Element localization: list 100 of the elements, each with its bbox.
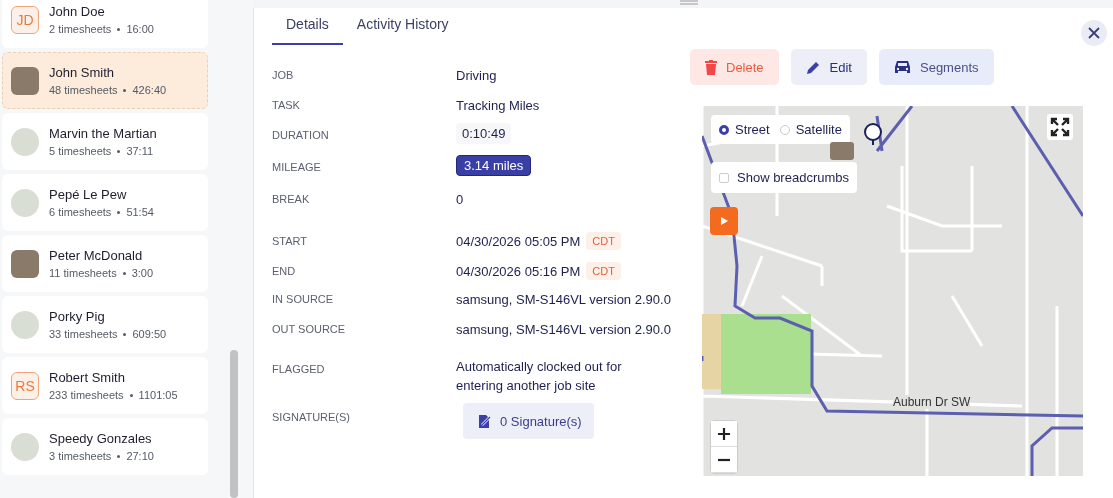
employee-card[interactable]: Speedy Gonzales 3 timesheets 27:10 xyxy=(2,418,208,475)
total-hours: 1101:05 xyxy=(138,389,178,401)
field-value: samsung, SM-S146VL version 2.90.0 xyxy=(456,322,671,337)
field-value: Tracking Miles xyxy=(456,98,540,113)
avatar-placeholder xyxy=(11,66,39,95)
field-label: END xyxy=(272,264,297,277)
car-icon xyxy=(894,60,911,74)
employee-name: Peter McDonald xyxy=(49,248,144,263)
avatar-initials: RS xyxy=(11,371,39,400)
timesheet-count: 11 timesheets xyxy=(49,267,117,279)
employee-name: Robert Smith xyxy=(49,370,126,385)
field-label: IN SOURCE xyxy=(272,292,335,305)
total-hours: 51:54 xyxy=(126,206,154,218)
map-layer-option[interactable]: Satellite xyxy=(779,122,842,137)
segments-button[interactable]: Segments xyxy=(879,49,994,85)
employee-card[interactable]: John Smith 48 timesheets 426:40 xyxy=(2,52,208,109)
fullscreen-button[interactable] xyxy=(1047,114,1073,140)
bullet-icon xyxy=(117,27,121,31)
trash-icon xyxy=(705,59,717,75)
employee-name: Marvin the Martian xyxy=(49,126,157,141)
total-hours: 426:40 xyxy=(132,84,167,96)
employee-card[interactable]: Peter McDonald 11 timesheets 3:00 xyxy=(2,235,208,292)
pencil-icon xyxy=(805,59,821,75)
checkbox[interactable] xyxy=(719,172,729,183)
signature-icon xyxy=(477,413,492,429)
fullscreen-icon xyxy=(1050,117,1070,137)
bullet-icon xyxy=(129,393,133,397)
timezone-badge: CDT xyxy=(586,262,621,280)
employee-card[interactable]: Pepé Le Pew 6 timesheets 51:54 xyxy=(2,174,208,231)
bullet-icon xyxy=(117,454,121,458)
field-label: SIGNATURE(S) xyxy=(272,410,352,423)
total-hours: 37:11 xyxy=(126,145,154,157)
timesheet-count: 33 timesheets xyxy=(49,328,118,340)
total-hours: 3:00 xyxy=(131,267,154,279)
timesheet-count: 5 timesheets xyxy=(49,145,112,157)
close-icon xyxy=(1087,26,1101,40)
field-label: START xyxy=(272,234,309,247)
bullet-icon xyxy=(117,210,121,214)
timezone-badge: CDT xyxy=(586,232,621,250)
field-value: samsung, SM-S146VL version 2.90.0 xyxy=(456,292,671,307)
field-label: DURATION xyxy=(272,128,330,141)
timesheet-count: 48 timesheets xyxy=(49,84,118,96)
option-label: Satellite xyxy=(795,122,842,137)
field-value: 04/30/2026 05:16 PM xyxy=(456,263,581,279)
street-label: Auburn Dr SW xyxy=(893,395,971,409)
field-label: TASK xyxy=(272,98,301,111)
avatar-placeholder xyxy=(11,432,39,461)
edit-button[interactable]: Edit xyxy=(790,49,867,85)
play-icon xyxy=(719,216,729,226)
field-value: 0 xyxy=(456,192,464,207)
duration-chip: 0:10:49 xyxy=(456,123,512,144)
field-label: JOB xyxy=(272,68,295,81)
employee-card[interactable]: Porky Pig 33 timesheets 609:50 xyxy=(2,296,208,353)
avatar-initials: JD xyxy=(11,5,39,34)
employee-name: Pepé Le Pew xyxy=(49,187,128,202)
avatar-placeholder xyxy=(11,249,39,278)
avatar-placeholder xyxy=(11,188,39,217)
map-layer-option[interactable]: Street xyxy=(719,122,770,137)
mileage-badge: 3.14 miles xyxy=(456,155,532,176)
drag-handle-icon[interactable] xyxy=(680,0,698,7)
timesheet-count: 6 timesheets xyxy=(49,206,112,218)
timesheet-count: 233 timesheets xyxy=(49,389,124,401)
field-value: Driving xyxy=(456,68,497,83)
scrollbar-thumb[interactable] xyxy=(230,350,238,498)
employee-name: Porky Pig xyxy=(49,309,106,324)
employee-name: Speedy Gonzales xyxy=(49,431,153,446)
avatar-placeholder xyxy=(11,127,39,156)
checkbox-label: Show breadcrumbs xyxy=(737,170,849,185)
zoom-in-button[interactable] xyxy=(711,421,737,447)
plus-icon xyxy=(718,427,730,440)
field-label: MILEAGE xyxy=(272,160,322,173)
employee-card[interactable]: RS Robert Smith 233 timesheets 1101:05 xyxy=(2,357,208,414)
signatures-button[interactable]: 0 Signature(s) xyxy=(463,403,594,439)
bullet-icon xyxy=(123,88,127,92)
bullet-icon xyxy=(122,271,126,275)
total-hours: 16:00 xyxy=(126,23,154,35)
employee-card[interactable]: JD John Doe 2 timesheets 16:00 xyxy=(2,0,208,48)
employee-card[interactable]: Marvin the Martian 5 timesheets 37:11 xyxy=(2,113,208,170)
total-hours: 27:10 xyxy=(126,450,154,462)
bullet-icon xyxy=(117,149,121,153)
bullet-icon xyxy=(123,332,127,336)
tab[interactable]: Activity History xyxy=(342,8,463,45)
employee-name: John Doe xyxy=(49,4,106,19)
field-label: OUT SOURCE xyxy=(272,322,347,335)
field-value: 04/30/2026 05:05 PM xyxy=(456,233,581,249)
total-hours: 609:50 xyxy=(132,328,167,340)
play-button[interactable] xyxy=(710,207,738,235)
field-label: BREAK xyxy=(272,192,311,205)
map[interactable]: Auburn Dr SW Street Satellite Show breadcrumbs xyxy=(702,106,1083,476)
avatar-placeholder xyxy=(11,310,39,339)
employee-name: John Smith xyxy=(49,65,116,80)
option-label: Street xyxy=(735,122,770,137)
radio-button[interactable] xyxy=(719,124,729,135)
field-value: Automatically clocked out for entering another job site xyxy=(456,358,623,395)
tab[interactable]: Details xyxy=(272,8,343,45)
close-button[interactable] xyxy=(1081,20,1107,46)
timesheet-count: 2 timesheets xyxy=(49,23,112,35)
field-label: FLAGGED xyxy=(272,362,326,375)
timesheet-count: 3 timesheets xyxy=(49,450,112,462)
location-pin-icon[interactable] xyxy=(863,123,883,145)
